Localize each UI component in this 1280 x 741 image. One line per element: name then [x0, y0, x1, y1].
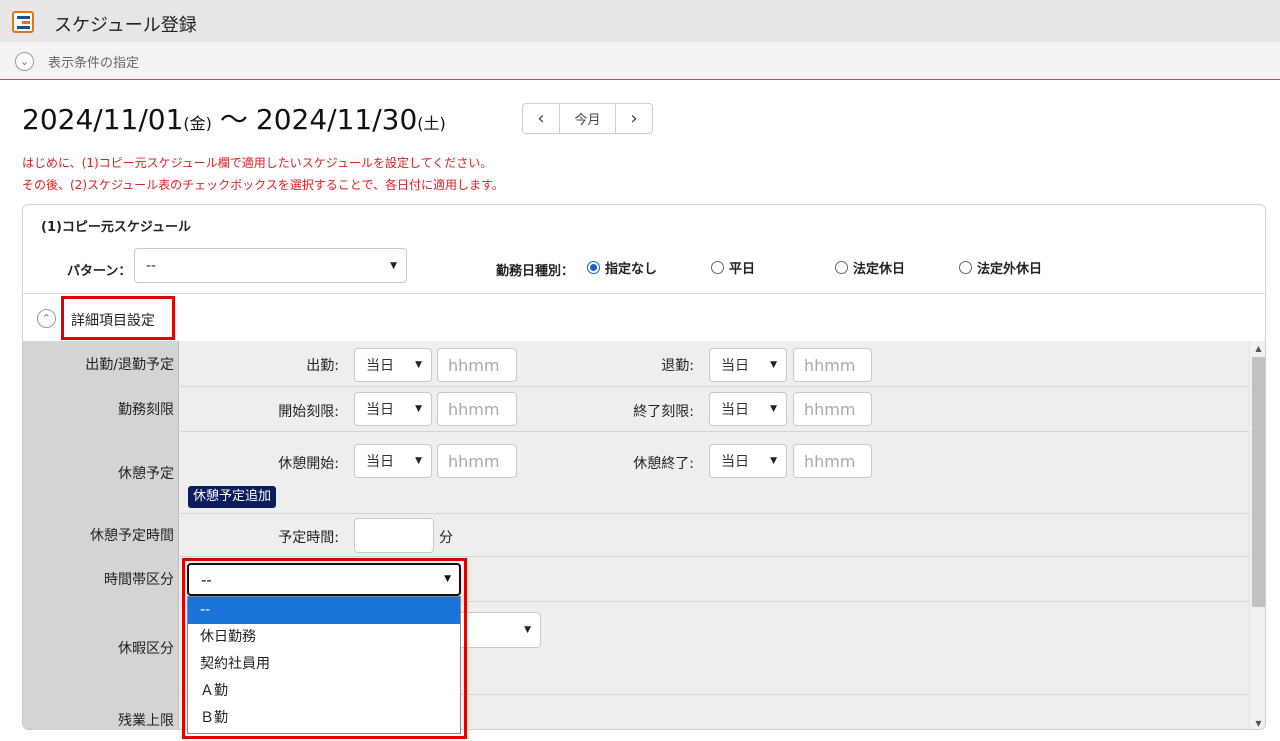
highlight-box: [61, 296, 175, 340]
pattern-label: パターン：: [67, 264, 132, 279]
display-conditions-label[interactable]: 表示条件の指定: [48, 52, 139, 71]
row-label-time-zone: 時間帯区分: [23, 557, 179, 601]
date-range: 2024/11/01(金) ～ 2024/11/30(土): [22, 98, 446, 138]
chevron-left-icon[interactable]: ‹: [523, 104, 559, 133]
chevron-down-icon[interactable]: ⌄: [15, 52, 34, 71]
break-start-time-input[interactable]: hhmm: [437, 444, 517, 478]
limit-end-label: 終了刻限:: [633, 404, 694, 420]
row-label-break: 休憩予定: [23, 432, 179, 513]
caret-down-icon: ▼: [415, 456, 422, 466]
limit-end-day-select[interactable]: 当日 ▼: [709, 392, 787, 426]
caret-down-icon: ▼: [415, 404, 422, 414]
radio-unchecked-icon[interactable]: [711, 261, 724, 274]
chevron-up-icon[interactable]: ⌃: [37, 309, 56, 328]
scroll-down-icon[interactable]: ▼: [1250, 719, 1265, 728]
scroll-up-icon[interactable]: ▲: [1250, 344, 1265, 353]
end-weekday: (土): [417, 114, 446, 133]
break-end-label: 休憩終了:: [633, 456, 694, 472]
row-label-break-time: 休憩予定時間: [23, 514, 179, 556]
start-label: 出勤:: [306, 358, 339, 374]
break-time-label: 予定時間:: [278, 530, 339, 546]
radio-legal-holiday[interactable]: 法定休日: [835, 258, 905, 277]
radio-weekday[interactable]: 平日: [711, 258, 755, 277]
instruction-line-1: はじめに、(1)コピー元スケジュール欄で適用したいスケジュールを設定してください…: [22, 156, 493, 170]
caret-down-icon: ▼: [770, 456, 777, 466]
instruction-line-2: その後、(2)スケジュール表のチェックボックスを選択することで、各日付に適用しま…: [22, 178, 504, 192]
radio-non-legal-holiday[interactable]: 法定外休日: [959, 258, 1042, 277]
caret-down-icon: ▼: [390, 260, 397, 271]
grid-scrollbar[interactable]: ▲ ▼: [1249, 341, 1265, 729]
start-weekday: (金): [183, 114, 212, 133]
caret-down-icon: ▼: [415, 360, 422, 370]
row-label-limit: 勤務刻限: [23, 387, 179, 431]
row-label-schedule: 出勤/退勤予定: [23, 341, 179, 386]
break-time-input[interactable]: [354, 518, 434, 553]
break-end-day-select[interactable]: 当日 ▼: [709, 444, 787, 478]
limit-start-label: 開始刻限:: [278, 404, 339, 420]
start-day-select[interactable]: 当日 ▼: [354, 348, 432, 382]
chevron-right-icon[interactable]: ›: [616, 104, 652, 133]
caret-down-icon: ▼: [770, 404, 777, 414]
title-bar: スケジュール登録: [0, 0, 1280, 42]
caret-down-icon: ▼: [770, 360, 777, 370]
schedule-app-icon: [12, 11, 34, 33]
pattern-select[interactable]: -- ▼: [134, 248, 407, 283]
start-date: 2024/11/01: [22, 103, 184, 136]
range-separator: ～: [219, 103, 248, 136]
radio-checked-icon[interactable]: [587, 261, 600, 274]
radio-unchecked-icon[interactable]: [835, 261, 848, 274]
limit-start-day-select[interactable]: 当日 ▼: [354, 392, 432, 426]
break-start-day-select[interactable]: 当日 ▼: [354, 444, 432, 478]
detail-settings-bar[interactable]: ⌃ 詳細項目設定: [23, 293, 1265, 341]
radio-legal-holiday-label: 法定休日: [853, 262, 906, 277]
scroll-thumb[interactable]: [1252, 357, 1265, 607]
copy-source-title: (1)コピー元スケジュール: [41, 220, 192, 235]
month-navigation: ‹ 今月 ›: [522, 103, 653, 134]
radio-unchecked-icon[interactable]: [959, 261, 972, 274]
row-limit: 勤務刻限 開始刻限: 当日 ▼ hhmm 終了刻限: 当日 ▼ hhmm: [23, 387, 1249, 432]
row-schedule: 出勤/退勤予定 出勤: 当日 ▼ hhmm 退勤: 当日 ▼ hhmm: [23, 341, 1249, 387]
start-time-input[interactable]: hhmm: [437, 348, 517, 382]
limit-end-time-input[interactable]: hhmm: [793, 392, 872, 426]
display-conditions-bar[interactable]: ⌄ 表示条件の指定: [0, 42, 1280, 80]
end-label: 退勤:: [661, 358, 694, 374]
row-break: 休憩予定 休憩開始: 当日 ▼ hhmm 休憩終了: 当日 ▼ hhmm 休憩予定追…: [23, 432, 1249, 514]
caret-down-icon: ▼: [524, 625, 531, 635]
limit-start-time-input[interactable]: hhmm: [437, 392, 517, 426]
minutes-unit: 分: [439, 530, 453, 546]
break-end-time-input[interactable]: hhmm: [793, 444, 872, 478]
row-label-leave: 休暇区分: [23, 602, 179, 694]
end-time-input[interactable]: hhmm: [793, 348, 872, 382]
end-date: 2024/11/30: [255, 103, 418, 136]
pattern-select-value: --: [146, 257, 157, 274]
radio-none[interactable]: 指定なし: [587, 258, 657, 277]
row-break-time: 休憩予定時間 予定時間: 分: [23, 514, 1249, 557]
radio-weekday-label: 平日: [729, 262, 756, 277]
break-start-label: 休憩開始:: [278, 456, 339, 472]
page-title: スケジュール登録: [54, 15, 197, 36]
work-type-label: 勤務日種別：: [496, 264, 575, 279]
add-break-button[interactable]: 休憩予定追加: [188, 486, 277, 508]
radio-non-legal-holiday-label: 法定外休日: [977, 262, 1043, 277]
row-label-overtime: 残業上限: [23, 695, 179, 729]
this-month-button[interactable]: 今月: [559, 104, 616, 133]
radio-none-label: 指定なし: [605, 262, 658, 277]
dropdown-highlight-box: [182, 558, 467, 739]
end-day-select[interactable]: 当日 ▼: [709, 348, 787, 382]
